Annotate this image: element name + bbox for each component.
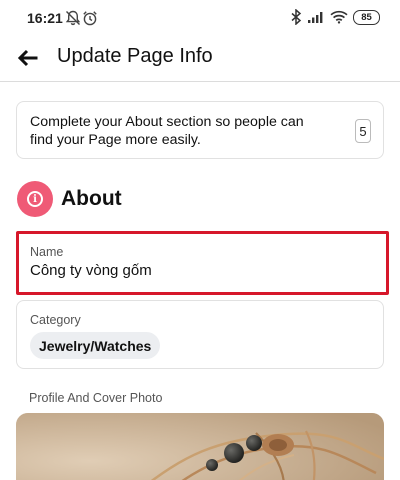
arrow-left-icon bbox=[17, 49, 38, 67]
battery-icon: 85 bbox=[353, 9, 380, 25]
name-field-label: Name bbox=[30, 245, 64, 259]
wifi-icon bbox=[330, 10, 348, 24]
app-bar: Update Page Info bbox=[0, 36, 400, 82]
cover-photo-image bbox=[16, 413, 384, 480]
bluetooth-icon bbox=[291, 9, 302, 25]
photo-section-label: Profile And Cover Photo bbox=[29, 391, 163, 405]
notice-text: Complete your About section so people ca… bbox=[30, 114, 304, 148]
battery-level: 85 bbox=[361, 11, 372, 23]
signal-icon bbox=[308, 12, 323, 23]
section-title-about: About bbox=[61, 187, 122, 210]
status-time: 16:21 bbox=[27, 10, 63, 26]
status-bar: 16:21 85 bbox=[0, 0, 400, 36]
about-completion-notice[interactable]: Complete your About section so people ca… bbox=[16, 101, 384, 159]
category-field[interactable]: Category Jewelry/Watches bbox=[16, 300, 384, 369]
cover-photo[interactable] bbox=[16, 413, 384, 480]
name-field[interactable]: Name Công ty vòng gốm bbox=[16, 231, 389, 295]
alarm-icon bbox=[83, 11, 97, 26]
mute-bell-icon bbox=[65, 10, 81, 26]
name-field-value: Công ty vòng gốm bbox=[30, 262, 152, 279]
info-icon: i bbox=[17, 181, 53, 217]
back-button[interactable] bbox=[14, 46, 42, 70]
category-chip[interactable]: Jewelry/Watches bbox=[30, 332, 161, 359]
page-title: Update Page Info bbox=[57, 45, 213, 67]
notice-count-badge: 5 bbox=[355, 119, 371, 143]
category-field-label: Category bbox=[30, 313, 81, 327]
